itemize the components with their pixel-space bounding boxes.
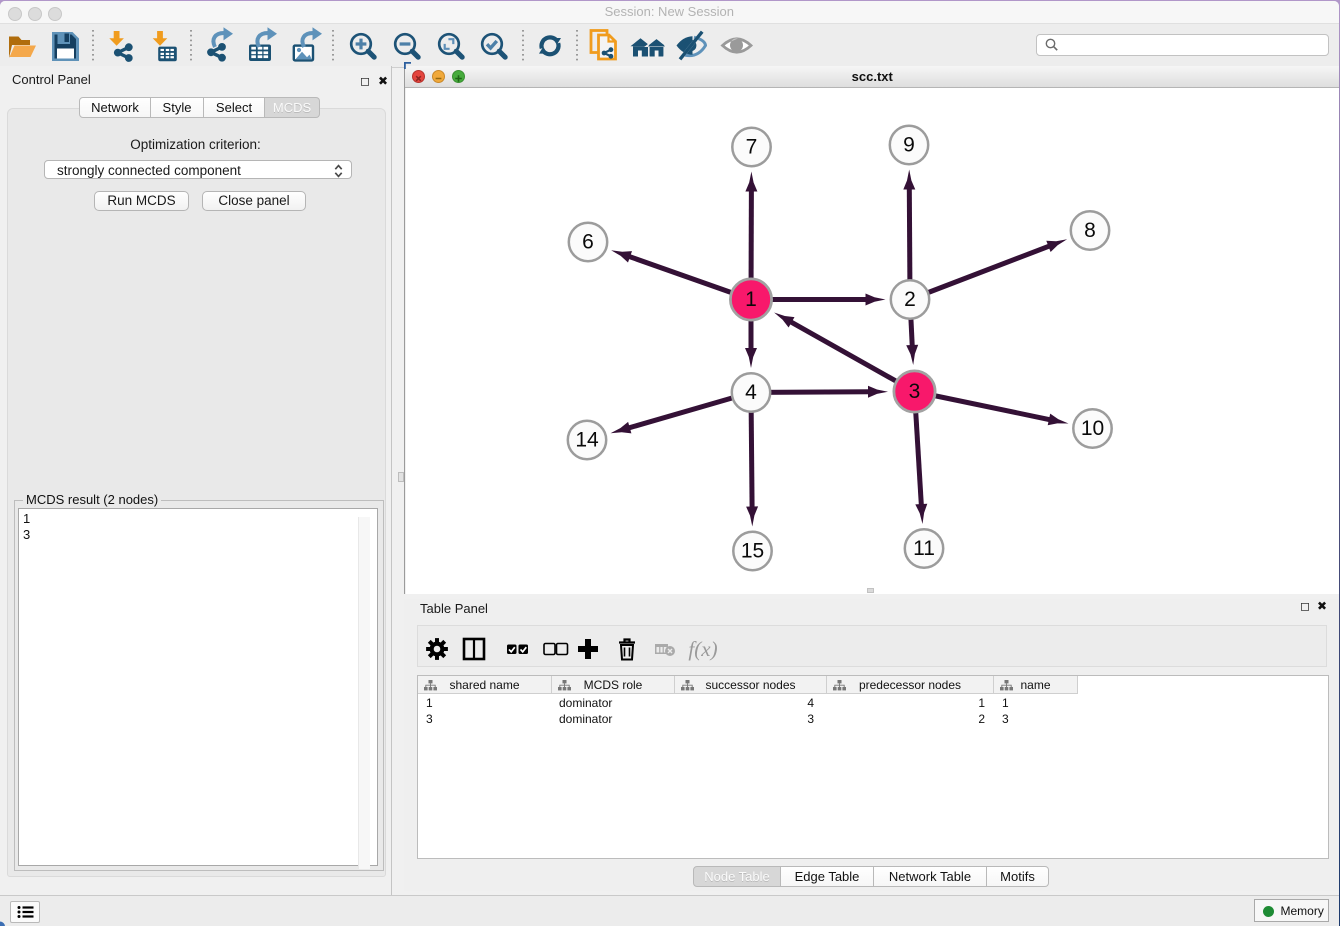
svg-text:7: 7 [746, 136, 758, 159]
svg-text:11: 11 [913, 537, 935, 560]
svg-text:8: 8 [1084, 219, 1096, 242]
svg-text:f(x): f(x) [688, 637, 717, 661]
svg-text:6: 6 [582, 231, 594, 254]
svg-text:3: 3 [909, 380, 921, 403]
svg-text:14: 14 [575, 429, 599, 452]
svg-text:15: 15 [741, 540, 764, 563]
svg-text:10: 10 [1081, 417, 1104, 440]
svg-text:2: 2 [904, 288, 916, 311]
svg-text:4: 4 [745, 381, 757, 404]
svg-text:1: 1 [745, 288, 757, 311]
svg-text:9: 9 [903, 134, 915, 157]
